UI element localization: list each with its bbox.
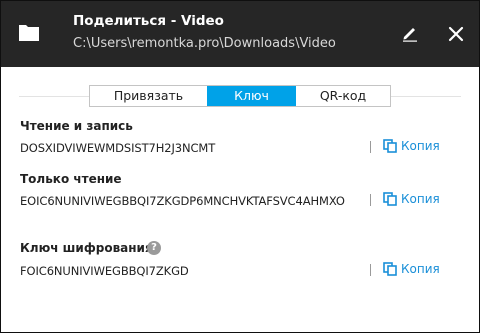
copy-label: Копия [401, 192, 440, 206]
tab-divider-right [391, 96, 461, 97]
copy-icon [383, 262, 397, 276]
copy-readwrite-button[interactable]: Копия [383, 137, 440, 155]
tab-qr-code[interactable]: QR-код [296, 86, 390, 106]
dialog-header: Поделиться - Video C:\Users\remontka.pro… [1, 1, 479, 67]
folder-icon [19, 25, 39, 41]
tab-divider-left [19, 96, 89, 97]
separator [370, 141, 371, 153]
folder-path: C:\Users\remontka.pro\Downloads\Video [73, 36, 336, 51]
separator [370, 194, 371, 206]
readwrite-label: Чтение и запись [20, 119, 133, 133]
share-dialog: Поделиться - Video C:\Users\remontka.pro… [0, 0, 480, 333]
help-icon[interactable]: ? [147, 241, 161, 255]
tab-key[interactable]: Ключ [207, 86, 296, 106]
tab-link[interactable]: Привязать [90, 86, 207, 106]
copy-readonly-button[interactable]: Копия [383, 190, 440, 208]
copy-label: Копия [401, 262, 440, 276]
encryption-key: FOIC6NUNIVIWEGBBQI7ZKGD [20, 264, 189, 278]
copy-encryption-button[interactable]: Копия [383, 260, 440, 278]
separator [370, 264, 371, 276]
encryption-label: Ключ шифрования [20, 241, 153, 255]
readonly-label: Только чтение [20, 172, 122, 186]
copy-icon [383, 192, 397, 206]
tab-bar: Привязать Ключ QR-код [89, 85, 391, 107]
pencil-icon[interactable] [401, 24, 419, 42]
readonly-key: EOIC6NUNIVIWEGBBQI7ZKGDP6MNCHVKTAFSVC4AH… [20, 194, 345, 208]
copy-icon [383, 139, 397, 153]
dialog-title: Поделиться - Video [73, 13, 224, 29]
close-icon[interactable] [448, 26, 464, 42]
readwrite-key: DOSXIDVIWEWMDSIST7H2J3NCMT [20, 141, 216, 155]
copy-label: Копия [401, 139, 440, 153]
